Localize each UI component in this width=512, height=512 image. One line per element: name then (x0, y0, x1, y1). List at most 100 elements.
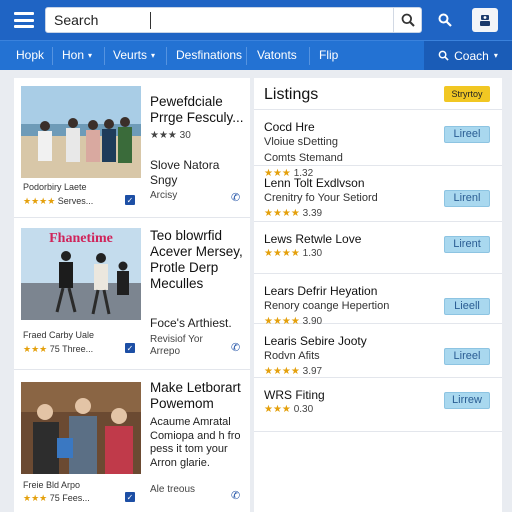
listing-button[interactable]: Lireel (444, 348, 490, 365)
listing-title: WRS Fiting (264, 388, 325, 402)
star-icon: ★★★★ (264, 248, 300, 259)
listing-button[interactable]: Lireel (444, 126, 490, 143)
listings-panel: Listings Stryrtoy Cocd Hre Vloiue sDettin… (254, 78, 502, 512)
listing-button[interactable]: Lirent (444, 236, 490, 253)
nav-item-veurts[interactable]: Veurts ▾ (113, 48, 155, 62)
listing-item[interactable]: Lews Retwle Love ★★★★ 1.30 Lirent (254, 222, 502, 274)
listing-rating: ★★★★ 3.97 (264, 366, 322, 377)
listing-rating: ★★★★ 3.39 (264, 208, 322, 219)
card-title: Pewefdciale Prrge Fesculy... (150, 94, 244, 125)
card-caption: Fraed Carby Uale (23, 330, 95, 340)
card-caption: Freie Bld Arpo (23, 480, 81, 490)
text-caret (150, 12, 151, 29)
menu-icon[interactable] (10, 9, 38, 31)
listing-detail: Comts Stemand (264, 152, 343, 164)
nav-divider (52, 47, 53, 65)
phone-icon[interactable]: ✆ (231, 341, 240, 354)
listing-subtitle: Crenitry fo Your Setiord (264, 192, 378, 204)
star-icon: ★★★ (264, 404, 291, 415)
card-subtitle: Acaume Amratal Comiopa and h fro pess it… (150, 416, 241, 469)
listing-title: Learis Sebire Jooty (264, 334, 367, 348)
nav-divider (166, 47, 167, 65)
card-rating: ★★★ 75 Three... (23, 344, 93, 355)
filter-icon (438, 13, 452, 27)
star-icon: ★★★★ (264, 366, 300, 377)
listing-title: Lenn Tolt Exdlvson (264, 176, 365, 190)
card-rating-text: 75 Three... (49, 344, 94, 354)
checkbox[interactable]: ✓ (125, 195, 135, 205)
listing-title: Cocd Hre (264, 120, 315, 134)
listings-title: Listings (264, 86, 319, 103)
listing-button[interactable]: Lirenl (444, 190, 490, 207)
card-rating: ★★★★ Serves... (23, 196, 93, 207)
card-image (21, 382, 141, 474)
nav-item-hon[interactable]: Hon ▾ (62, 48, 92, 62)
checkbox[interactable]: ✓ (125, 492, 135, 502)
card-location: Ale treous (150, 484, 196, 495)
featured-cards: Pewefdciale Prrge Fesculy... ★★★ 30 Slov… (14, 78, 250, 512)
card-title: Teo blowrfid Acever Mersey, Protle Derp … (150, 228, 243, 291)
coach-label: Coach (454, 48, 489, 63)
card-rating-text: Serves... (57, 196, 94, 206)
card-rating-text: 75 Fees... (49, 493, 90, 503)
listing-title: Lears Defrir Heyation (264, 284, 378, 298)
listing-item[interactable]: WRS Fiting ★★★ 0.30 Lirrew (254, 378, 502, 432)
card-location: Revisiof Yor Arrepo (150, 334, 203, 357)
card-subtitle: Foce's Arthiest. (150, 316, 232, 330)
nav-label: Hopk (16, 48, 45, 62)
checkbox[interactable]: ✓ (125, 343, 135, 353)
listing-rating: ★★★★ 1.30 (264, 248, 322, 259)
phone-icon[interactable]: ✆ (231, 489, 240, 502)
nav-divider (246, 47, 247, 65)
nav-item-desfinations[interactable]: Desfinations (176, 48, 242, 62)
user-button[interactable] (472, 8, 498, 32)
search-button[interactable] (393, 8, 421, 32)
sort-badge[interactable]: Stryrtoy (444, 86, 490, 102)
coach-dropdown[interactable]: Coach ▾ (424, 41, 512, 70)
star-icon: ★★★★ (264, 208, 300, 219)
listing-item[interactable]: Cocd Hre Vloiue sDetting Comts Stemand ★★★ … (254, 110, 502, 179)
nav-label: Vatonts (257, 48, 297, 62)
image-title: Fhanetime (49, 231, 113, 246)
listing-subtitle: Rodvn Afits (264, 350, 320, 362)
rating-value: 3.39 (302, 208, 323, 219)
top-bar (0, 0, 512, 40)
star-icon: ★★★★ (23, 196, 56, 206)
listing-item[interactable]: Lenn Tolt Exdlvson Crenitry fo Your Setio… (254, 166, 502, 222)
nav-divider (104, 47, 105, 65)
rating-value: 1.30 (302, 248, 323, 259)
phone-icon[interactable]: ✆ (231, 191, 240, 204)
card[interactable]: Fhanetime Teo blowrfid Acever Mersey, Pr… (14, 220, 250, 370)
chevron-down-icon: ▾ (151, 50, 156, 60)
card[interactable]: Make Letborart Powemom Acaume Amratal Co… (14, 372, 250, 512)
chevron-down-icon: ▾ (88, 50, 93, 60)
nav-item-vatonts[interactable]: Vatonts (257, 48, 297, 62)
listing-button[interactable]: Lieell (444, 298, 490, 315)
listing-title: Lews Retwle Love (264, 232, 362, 246)
nav-item-flip[interactable]: Flip (319, 48, 338, 62)
chevron-down-icon: ▾ (493, 51, 498, 60)
listing-button[interactable]: Lirrew (444, 392, 490, 409)
card-caption: Podorbiry Laete (23, 182, 87, 192)
nav-bar: Hopk Hon ▾ Veurts ▾ Desfinations Vatonts F… (0, 40, 512, 70)
card-rating: ★★★ 75 Fees... (23, 493, 90, 504)
rating-value: 3.97 (302, 366, 323, 377)
search-input[interactable] (54, 11, 384, 29)
card-image: Fhanetime (21, 228, 141, 320)
nav-item-hopk[interactable]: Hopk (16, 48, 44, 62)
filter-button[interactable] (432, 8, 458, 32)
nav-divider (309, 47, 310, 65)
search-icon (401, 13, 415, 27)
listing-subtitle: Vloiue sDetting (264, 136, 338, 148)
listing-item[interactable]: Lears Defrir Heyation Renory coange Heper… (254, 274, 502, 327)
listing-item[interactable]: Learis Sebire Jooty Rodvn Afits ★★★★ 3.97 L… (254, 324, 502, 378)
listing-rating: ★★★ 0.30 (264, 404, 313, 415)
listings-header: Listings Stryrtoy (254, 78, 502, 110)
star-icon: ★★★ (23, 493, 48, 503)
card[interactable]: Pewefdciale Prrge Fesculy... ★★★ 30 Slov… (14, 78, 250, 218)
nav-label: Hon (62, 48, 85, 62)
rating-value: 0.30 (293, 404, 314, 415)
search-icon (438, 50, 449, 61)
listing-subtitle: Renory coange Hepertion (264, 300, 390, 312)
card-meta: ★★★ 30 (150, 130, 191, 141)
